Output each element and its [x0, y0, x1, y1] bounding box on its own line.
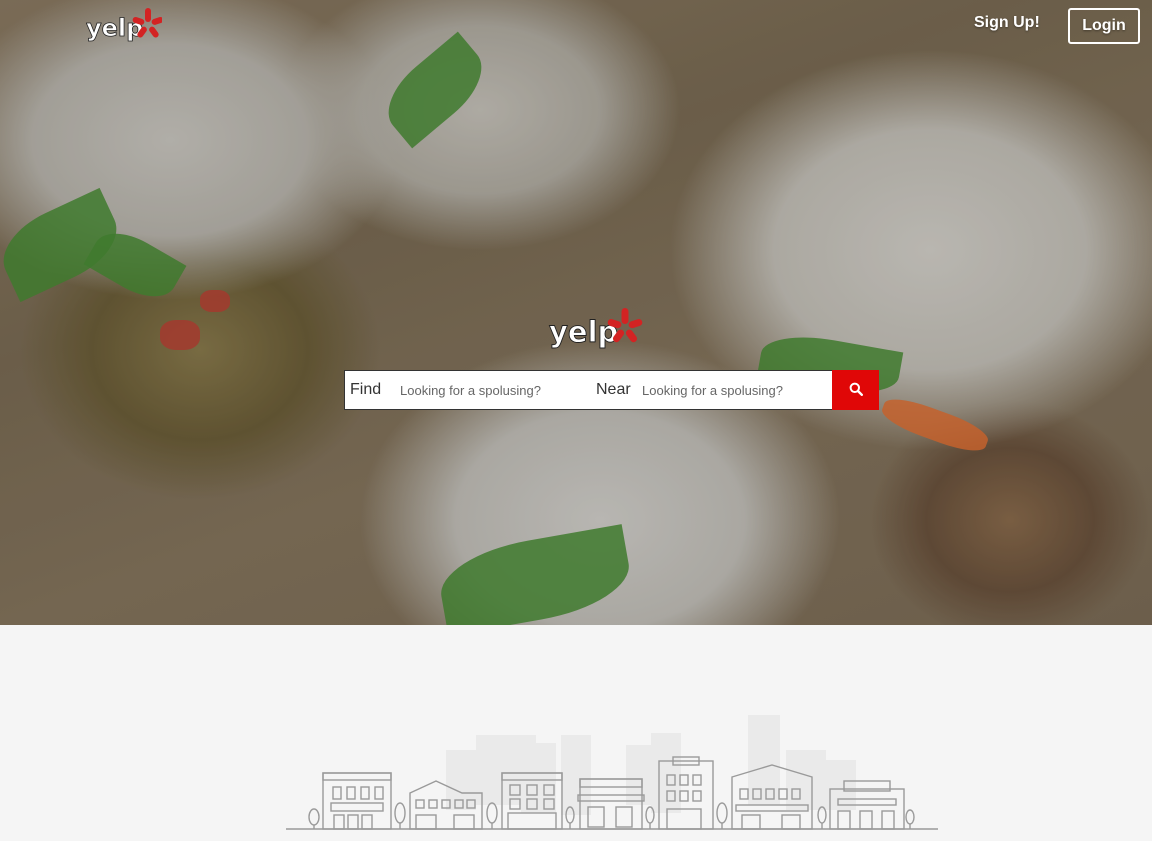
yelp-logo[interactable]: yelp — [86, 6, 164, 46]
search-icon — [849, 382, 863, 399]
find-input[interactable] — [398, 374, 592, 406]
city-skyline-illustration — [286, 705, 938, 836]
search-button[interactable] — [832, 370, 879, 410]
find-label: Find — [350, 381, 382, 398]
top-navigation: yelp Sign Up! Login — [0, 0, 1152, 60]
signup-link[interactable]: Sign Up! — [974, 14, 1040, 32]
near-label: Near — [596, 381, 631, 398]
svg-text:yelp: yelp — [549, 315, 618, 349]
login-button[interactable]: Login — [1068, 8, 1140, 44]
near-input[interactable] — [640, 374, 834, 406]
yelp-logo-center: yelp — [547, 305, 643, 355]
search-bar: Find Near — [344, 370, 879, 410]
